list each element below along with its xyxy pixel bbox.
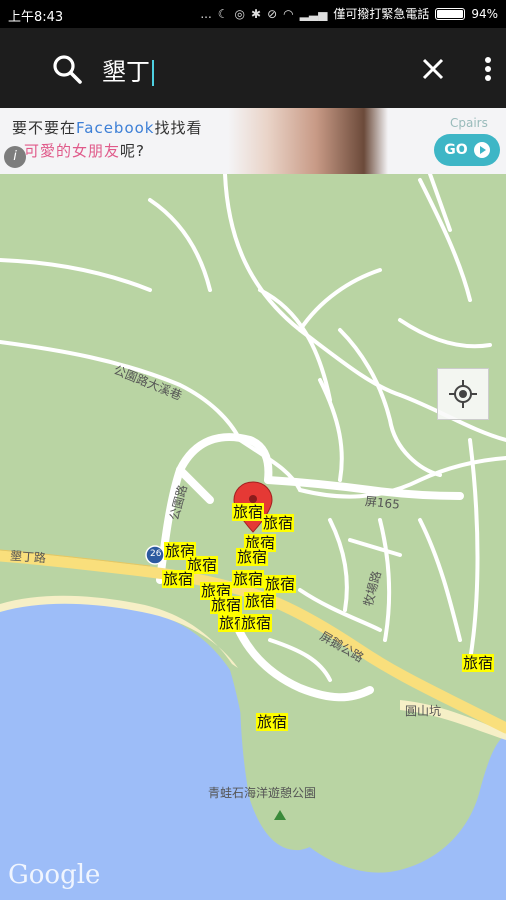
ad-text-line1a: 要不要在 <box>12 119 77 137</box>
hotel-marker[interactable]: 旅宿 <box>210 596 243 614</box>
search-icon[interactable] <box>50 52 84 86</box>
ad-text: 要不要在Facebook找找看 可愛的女朋友呢? <box>12 117 203 163</box>
wifi-icon: ◠ <box>283 6 294 21</box>
mute-icon: ⊘ <box>267 6 278 21</box>
ad-text-line2a: 可愛的女朋友 <box>24 142 121 160</box>
hotel-marker[interactable]: 旅宿 <box>462 654 495 672</box>
status-time: 上午8:43 <box>8 10 64 25</box>
notification-dots: ... <box>200 6 212 21</box>
status-bar: 上午8:43 ... ☾ ◎ ✱ ⊘ ◠ ▂▃▅ 僅可撥打緊急電話 94% <box>0 0 506 28</box>
crosshair-icon <box>449 380 477 408</box>
hotel-marker[interactable]: 旅宿 <box>232 503 265 521</box>
more-vert-icon[interactable] <box>478 54 498 84</box>
ad-go-label: GO <box>444 142 468 158</box>
ad-text-line1c: 找找看 <box>154 119 203 137</box>
my-location-button[interactable] <box>437 368 489 420</box>
road-label-165: 屏165 <box>364 494 401 512</box>
place-label-park: 青蛙石海洋遊憩公園 <box>208 786 317 800</box>
carrier-text: 僅可撥打緊急電話 <box>333 7 430 21</box>
play-icon <box>473 142 490 158</box>
hotel-marker[interactable]: 旅宿 <box>162 570 195 588</box>
ad-text-facebook: Facebook <box>76 119 155 137</box>
hotel-marker[interactable]: 旅宿 <box>262 514 295 532</box>
ad-info-icon[interactable]: i <box>4 146 26 168</box>
hotel-marker[interactable]: 旅宿 <box>264 575 297 593</box>
ad-brand: Cpairs <box>450 116 488 130</box>
close-icon[interactable] <box>418 54 448 84</box>
search-input[interactable]: 墾丁 <box>102 52 154 87</box>
hotel-marker[interactable]: 旅宿 <box>232 570 265 588</box>
signal-icon: ▂▃▅ <box>299 6 328 21</box>
place-label-yuanshan: 圓山坑 <box>405 704 442 718</box>
ad-banner[interactable]: 要不要在Facebook找找看 可愛的女朋友呢? Cpairs GO i <box>0 108 506 174</box>
road-label-kenting: 墾丁路 <box>9 548 47 566</box>
ad-go-button[interactable]: GO <box>434 134 500 166</box>
hotel-marker[interactable]: 旅宿 <box>240 614 273 632</box>
hotel-marker[interactable]: 旅宿 <box>236 548 269 566</box>
ad-photo <box>228 108 388 174</box>
bluetooth-icon: ✱ <box>251 6 262 21</box>
battery-icon <box>435 7 466 20</box>
ad-text-line2b: 呢? <box>120 142 145 160</box>
google-attribution: Google <box>8 860 101 890</box>
sync-icon: ◎ <box>234 6 246 21</box>
highway-shield-label: 26 <box>150 549 162 559</box>
search-query-text: 墾丁 <box>102 58 150 86</box>
hotel-marker[interactable]: 旅宿 <box>256 713 289 731</box>
hotel-marker[interactable]: 旅宿 <box>244 592 277 610</box>
moon-icon: ☾ <box>217 6 229 21</box>
text-cursor <box>152 60 154 86</box>
search-bar: 墾丁 <box>0 28 506 108</box>
battery-percent: 94% <box>471 6 498 21</box>
